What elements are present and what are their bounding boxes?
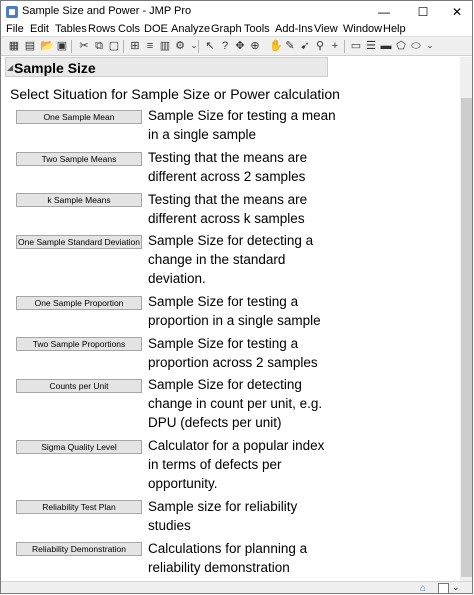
toolbar-separator	[344, 40, 345, 53]
report-content: ◢ Sample Size Select Situation for Sampl…	[1, 57, 461, 581]
scrollbar-thumb[interactable]	[461, 98, 472, 577]
one-sample-std-dev-button[interactable]: One Sample Standard Deviation	[16, 235, 142, 249]
counts-per-unit-button[interactable]: Counts per Unit	[16, 379, 142, 393]
script-icon[interactable]: ≡	[144, 40, 156, 52]
one-sample-proportion-description: Sample Size for testing a proportion in …	[148, 294, 321, 328]
reliability-demonstration-button[interactable]: Reliability Demonstration	[16, 542, 142, 556]
sigma-quality-level-description: Calculator for a popular index in terms …	[148, 438, 325, 491]
reliability-demonstration-description: Calculations for planning a reliability …	[148, 541, 308, 575]
annotate-icon[interactable]: ▭	[350, 40, 362, 52]
settings-icon[interactable]: ⚙	[174, 40, 186, 52]
toolbar-separator	[198, 40, 199, 53]
two-sample-proportions-button[interactable]: Two Sample Proportions	[16, 337, 142, 351]
minimize-button[interactable]: —	[367, 1, 401, 23]
menu-help[interactable]: Help	[383, 23, 406, 35]
menu-bar: File Edit Tables Rows Cols DOE Analyze G…	[1, 23, 472, 36]
line-tool-icon[interactable]: ☰	[365, 40, 377, 52]
title-bar: Sample Size and Power - JMP Pro — ☐ ✕	[1, 1, 472, 23]
copy-icon[interactable]: ⧉	[93, 40, 105, 52]
k-sample-means-button[interactable]: k Sample Means	[16, 193, 142, 207]
hand-icon[interactable]: ✋	[269, 40, 283, 52]
one-sample-std-dev-description: Sample Size for detecting a change in th…	[148, 233, 314, 286]
menu-file[interactable]: File	[6, 23, 24, 35]
polygon-icon[interactable]: ⬠	[395, 40, 407, 52]
data-grid-icon[interactable]: ⊞	[129, 40, 141, 52]
window-title: Sample Size and Power - JMP Pro	[22, 5, 192, 17]
menu-cols[interactable]: Cols	[118, 23, 140, 35]
chevron-down-icon[interactable]: ⌄	[452, 582, 460, 593]
menu-window[interactable]: Window	[343, 23, 382, 35]
arrow-select-icon[interactable]: ↖	[204, 40, 216, 52]
rectangle-icon[interactable]: ▬	[380, 40, 392, 52]
lasso-icon[interactable]: ➹	[299, 40, 311, 52]
reliability-test-plan-description: Sample size for reliability studies	[148, 499, 298, 533]
outline-title: Sample Size	[14, 60, 96, 76]
zoom-plus-icon[interactable]: +	[329, 40, 341, 52]
help-question-icon[interactable]: ?	[219, 40, 231, 52]
menu-doe[interactable]: DOE	[144, 23, 168, 35]
one-sample-mean-description: Sample Size for testing a mean in a sing…	[148, 108, 336, 142]
maximize-button[interactable]: ☐	[406, 1, 440, 23]
disclosure-triangle-icon[interactable]: ◢	[7, 63, 13, 72]
paste-icon[interactable]: ▢	[108, 40, 120, 52]
menu-rows[interactable]: Rows	[88, 23, 116, 35]
close-button[interactable]: ✕	[440, 1, 472, 23]
open-folder-icon[interactable]: 📂	[40, 40, 54, 52]
toolbar-separator	[71, 40, 72, 53]
outline-header[interactable]: ◢ Sample Size	[5, 57, 328, 77]
journal-icon[interactable]: ▥	[159, 40, 171, 52]
jmp-app-icon	[6, 6, 18, 18]
counts-per-unit-description: Sample Size for detecting change in coun…	[148, 377, 323, 430]
two-sample-means-description: Testing that the means are different acr…	[148, 150, 308, 184]
reliability-test-plan-button[interactable]: Reliability Test Plan	[16, 500, 142, 514]
menu-tables[interactable]: Tables	[55, 23, 87, 35]
crosshair-icon[interactable]: ⊕	[249, 40, 261, 52]
k-sample-means-description: Testing that the means are different acr…	[148, 192, 308, 226]
vertical-scrollbar[interactable]	[460, 57, 472, 582]
window-list-icon[interactable]	[438, 583, 449, 593]
sigma-quality-level-button[interactable]: Sigma Quality Level	[16, 440, 142, 454]
ellipse-icon[interactable]: ⬭	[410, 40, 422, 52]
menu-edit[interactable]: Edit	[30, 23, 49, 35]
outline-subtitle: Select Situation for Sample Size or Powe…	[10, 86, 340, 102]
home-icon[interactable]: ⌂	[420, 583, 426, 593]
menu-add-ins[interactable]: Add-Ins	[275, 23, 313, 35]
one-sample-mean-button[interactable]: One Sample Mean	[16, 110, 142, 124]
new-table-icon[interactable]: ▦	[8, 40, 20, 52]
two-sample-proportions-description: Sample Size for testing a proportion acr…	[148, 336, 318, 370]
menu-view[interactable]: View	[314, 23, 338, 35]
open-icon[interactable]: ▤	[24, 40, 36, 52]
selection-plus-icon[interactable]: ✥	[234, 40, 246, 52]
toolbar-overflow-icon[interactable]: ⌄	[424, 40, 436, 52]
status-bar: ⌂ ⌄	[1, 581, 472, 593]
one-sample-proportion-button[interactable]: One Sample Proportion	[16, 296, 142, 310]
menu-analyze[interactable]: Analyze	[171, 23, 210, 35]
menu-graph[interactable]: Graph	[211, 23, 242, 35]
brush-icon[interactable]: ✎	[284, 40, 296, 52]
menu-tools[interactable]: Tools	[244, 23, 270, 35]
cut-icon[interactable]: ✂	[78, 40, 90, 52]
toolbar: ▦ ▤ 📂 ▣ ✂ ⧉ ▢ ⊞ ≡ ▥ ⚙ ⌄ ↖ ? ✥ ⊕ ✋ ✎ ➹ ⚲ …	[1, 36, 472, 56]
two-sample-means-button[interactable]: Two Sample Means	[16, 152, 142, 166]
save-icon[interactable]: ▣	[56, 40, 68, 52]
toolbar-separator	[123, 40, 124, 53]
jmp-window: Sample Size and Power - JMP Pro — ☐ ✕ Fi…	[0, 0, 473, 594]
magnifier-icon[interactable]: ⚲	[314, 40, 326, 52]
